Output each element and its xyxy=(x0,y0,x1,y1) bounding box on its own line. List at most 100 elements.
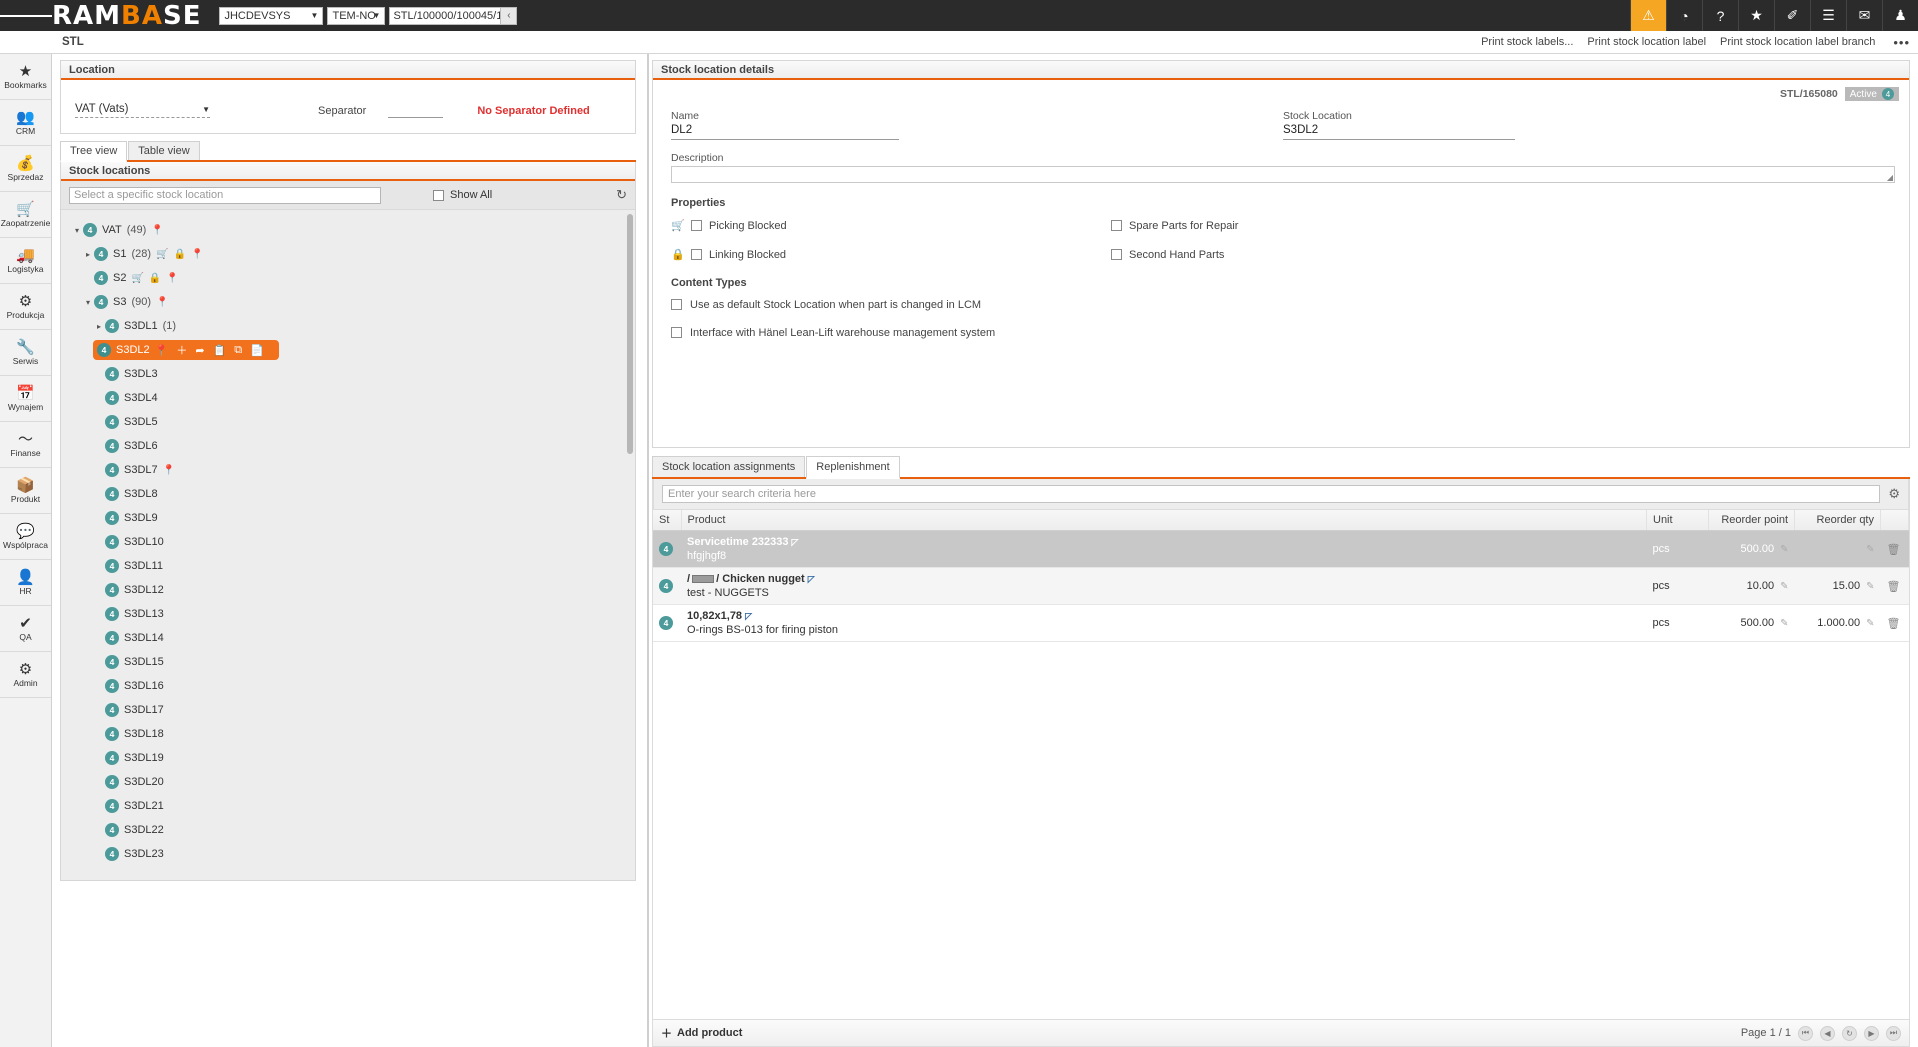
table-row[interactable]: 4Servicetime 232333◸hfgjhgf8pcs500.00✎✎🗑 xyxy=(653,531,1909,568)
tree-node-s3dl6[interactable]: 4S3DL6 xyxy=(93,434,163,458)
grid-search-input[interactable] xyxy=(662,485,1880,503)
sidebar-item-finanse[interactable]: 〜Finanse xyxy=(0,422,51,468)
attachment-icon[interactable]: ✐ xyxy=(1774,0,1810,31)
expand-toggle-icon[interactable]: ▸ xyxy=(93,322,105,331)
col-reorder-point[interactable]: Reorder point xyxy=(1709,510,1795,531)
favorites-icon[interactable]: ★ xyxy=(1738,0,1774,31)
external-link-icon[interactable]: ◸ xyxy=(808,574,815,584)
delete-icon[interactable]: 🗑 xyxy=(1887,618,1901,630)
sidebar-item-wspolpraca[interactable]: 💬Wspólpraca xyxy=(0,514,51,560)
table-row[interactable]: 410,82x1,78◸O-rings BS-013 for firing pi… xyxy=(653,605,1909,642)
external-link-icon[interactable]: ◸ xyxy=(745,611,752,621)
tree-node-vat[interactable]: ▾4VAT(49)📍 xyxy=(71,218,169,242)
property-second-hand-parts[interactable]: Second Hand Parts xyxy=(1111,248,1551,261)
sidebar-item-logistyka[interactable]: 🚚Logistyka xyxy=(0,238,51,284)
tree-node-s3dl18[interactable]: 4S3DL18 xyxy=(93,722,169,746)
last-page-button[interactable]: ⏭ xyxy=(1886,1026,1901,1041)
refresh-icon[interactable]: ↻ xyxy=(616,187,627,203)
clock-icon[interactable]: ◔ xyxy=(1666,0,1702,31)
sidebar-item-serwis[interactable]: 🔧Serwis xyxy=(0,330,51,376)
user-icon[interactable]: ♟ xyxy=(1882,0,1918,31)
resize-grip-icon[interactable]: ◢ xyxy=(1887,173,1893,182)
sidebar-item-hr[interactable]: 👤HR xyxy=(0,560,51,606)
cell-reorder-point[interactable]: 500.00✎ xyxy=(1709,605,1795,642)
menu-hamburger-icon[interactable] xyxy=(0,0,52,31)
tree-node-s3dl2[interactable]: 4S3DL2📍＋➦📋⧉📄 xyxy=(93,340,279,360)
product-name[interactable]: 10,82x1,78◸ xyxy=(687,610,1641,622)
more-actions-icon[interactable]: ••• xyxy=(1889,35,1910,50)
company-selector[interactable]: JHCDEVSYS ▼ xyxy=(219,7,323,25)
expand-toggle-icon[interactable]: ▾ xyxy=(71,226,83,235)
sidebar-item-wynajem[interactable]: 📅Wynajem xyxy=(0,376,51,422)
tree-node-s3dl12[interactable]: 4S3DL12 xyxy=(93,578,169,602)
list-icon[interactable]: ☰ xyxy=(1810,0,1846,31)
edit-icon[interactable]: ✎ xyxy=(1780,618,1788,629)
edit-icon[interactable]: ✎ xyxy=(1780,581,1788,592)
cell-reorder-qty[interactable]: 15.00✎ xyxy=(1795,568,1881,605)
stock-location-field[interactable]: S3DL2 xyxy=(1283,124,1515,140)
col-product[interactable]: Product xyxy=(681,510,1647,531)
tree-node-s3dl9[interactable]: 4S3DL9 xyxy=(93,506,163,530)
document-icon[interactable]: 📄 xyxy=(250,344,264,357)
help-icon[interactable]: ? xyxy=(1702,0,1738,31)
document-id-field[interactable]: STL/100000/100045/165 xyxy=(389,7,501,25)
location-type-dropdown[interactable]: VAT (Vats) ▼ xyxy=(75,103,210,118)
tree-node-s3dl21[interactable]: 4S3DL21 xyxy=(93,794,169,818)
cell-reorder-point[interactable]: 500.00✎ xyxy=(1709,531,1795,568)
tree-node-s3dl17[interactable]: 4S3DL17 xyxy=(93,698,169,722)
delete-icon[interactable]: 🗑 xyxy=(1887,544,1901,556)
delete-icon[interactable]: 🗑 xyxy=(1887,581,1901,593)
print-stock-location-label-action[interactable]: Print stock location label xyxy=(1587,36,1706,48)
tab-tree-view[interactable]: Tree view xyxy=(60,141,127,162)
add-icon[interactable]: ＋ xyxy=(176,342,187,358)
tree-node-s3dl23[interactable]: 4S3DL23 xyxy=(93,842,169,866)
tree-node-s3dl10[interactable]: 4S3DL10 xyxy=(93,530,169,554)
cell-reorder-point[interactable]: 10.00✎ xyxy=(1709,568,1795,605)
tree-node-s3dl5[interactable]: 4S3DL5 xyxy=(93,410,163,434)
product-name[interactable]: // Chicken nugget◸ xyxy=(687,573,1641,585)
expand-toggle-icon[interactable]: ▾ xyxy=(82,298,94,307)
hanel-interface-checkbox[interactable] xyxy=(671,327,682,338)
stock-location-search-input[interactable] xyxy=(69,187,381,204)
tree-node-s1[interactable]: ▸4S1(28)🛒🔒📍 xyxy=(82,242,208,266)
tree-scrollbar[interactable] xyxy=(627,214,633,454)
tree-node-s3[interactable]: ▾4S3(90)📍 xyxy=(82,290,173,314)
temno-selector[interactable]: TEM-NO ▼ xyxy=(327,7,385,25)
edit-icon[interactable]: ✎ xyxy=(1780,544,1788,555)
cell-reorder-qty[interactable]: 1.000.00✎ xyxy=(1795,605,1881,642)
edit-icon[interactable]: ✎ xyxy=(1866,581,1874,592)
tree-node-s3dl3[interactable]: 4S3DL3 xyxy=(93,362,163,386)
tab-stock-location-assignments[interactable]: Stock location assignments xyxy=(652,456,805,477)
sidebar-item-crm[interactable]: 👥CRM xyxy=(0,100,51,146)
panel-splitter[interactable] xyxy=(644,54,652,1047)
refresh-page-button[interactable]: ↻ xyxy=(1842,1026,1857,1041)
col-reorder-qty[interactable]: Reorder qty xyxy=(1795,510,1881,531)
second-hand-parts-checkbox[interactable] xyxy=(1111,249,1122,260)
gear-icon[interactable]: ⚙ xyxy=(1888,486,1900,502)
external-link-icon[interactable]: ◸ xyxy=(792,537,799,547)
prev-page-button[interactable]: ◀ xyxy=(1820,1026,1835,1041)
tree-node-s3dl13[interactable]: 4S3DL13 xyxy=(93,602,169,626)
first-page-button[interactable]: ⏮ xyxy=(1798,1026,1813,1041)
add-product-button[interactable]: ＋ Add product xyxy=(661,1025,742,1041)
col-status[interactable]: St xyxy=(653,510,681,531)
sidebar-item-admin[interactable]: ⚙Admin xyxy=(0,652,51,698)
sidebar-item-produkt[interactable]: 📦Produkt xyxy=(0,468,51,514)
tree-node-s3dl19[interactable]: 4S3DL19 xyxy=(93,746,169,770)
mail-icon[interactable]: ✉ xyxy=(1846,0,1882,31)
sidebar-item-bookmarks[interactable]: ★Bookmarks xyxy=(0,54,51,100)
location-pin-icon[interactable]: 📍 xyxy=(155,344,169,357)
separator-input[interactable] xyxy=(388,104,443,118)
description-field[interactable]: ◢ xyxy=(671,166,1895,183)
alert-icon[interactable]: ⚠ xyxy=(1630,0,1666,31)
tree-node-s3dl22[interactable]: 4S3DL22 xyxy=(93,818,169,842)
tree-node-s3dl7[interactable]: 4S3DL7📍 xyxy=(93,458,180,482)
content-type-default-stock-location[interactable]: Use as default Stock Location when part … xyxy=(671,299,1091,311)
edit-icon[interactable]: 📋 xyxy=(213,344,227,357)
print-stock-location-label-branch-action[interactable]: Print stock location label branch xyxy=(1720,36,1875,48)
spare-parts-checkbox[interactable] xyxy=(1111,220,1122,231)
show-all-toggle[interactable]: Show All xyxy=(433,189,492,201)
tree-node-s2[interactable]: 4S2🛒🔒📍 xyxy=(82,266,184,290)
tree-node-s3dl8[interactable]: 4S3DL8 xyxy=(93,482,163,506)
property-spare-parts-for-repair[interactable]: Spare Parts for Repair xyxy=(1111,219,1551,232)
